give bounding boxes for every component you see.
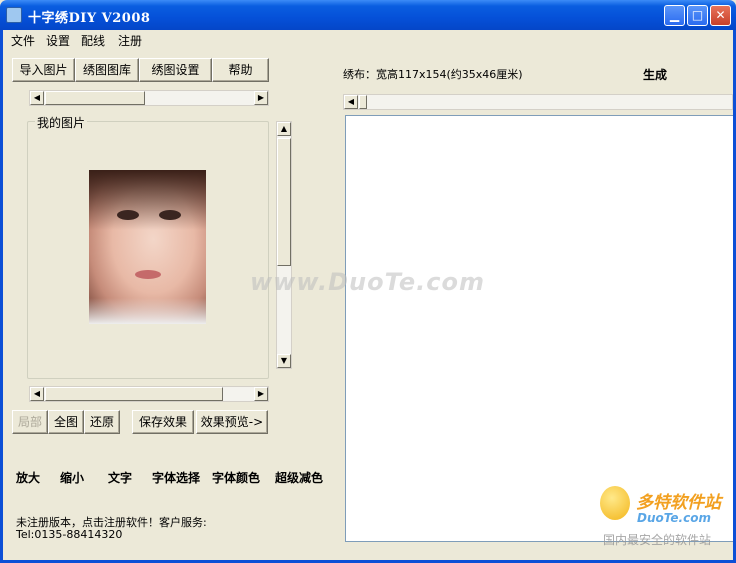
app-icon xyxy=(6,7,22,23)
canvas-size-label: 绣布：宽高117x154(约35x46厘米) xyxy=(343,68,523,81)
window-border-left xyxy=(0,30,3,563)
restore-button[interactable]: 还原 xyxy=(84,410,120,434)
font-color-tool[interactable]: 字体颜色 xyxy=(212,469,260,486)
center-watermark: www.DuoTe.com xyxy=(250,268,485,296)
menu-file[interactable]: 文件 xyxy=(10,32,36,49)
partial-view-button[interactable]: 局部 xyxy=(12,410,48,434)
super-reduce-color-tool[interactable]: 超级减色 xyxy=(275,469,323,486)
scroll-up-icon[interactable]: ▲ xyxy=(277,122,291,136)
menu-settings[interactable]: 设置 xyxy=(45,32,71,49)
duote-logo-icon xyxy=(600,486,630,520)
duote-logo-cn: 多特软件站 xyxy=(636,493,721,513)
scroll-down-icon[interactable]: ▼ xyxy=(277,354,291,368)
pattern-library-button[interactable]: 绣图图库 xyxy=(75,58,139,82)
scroll-right-icon[interactable]: ▶ xyxy=(254,387,268,401)
close-icon[interactable]: ✕ xyxy=(710,5,731,26)
window-title: 十字绣DIY V2008 xyxy=(28,11,151,26)
minimize-icon[interactable]: ▁ xyxy=(664,5,685,26)
menu-wiring[interactable]: 配线 xyxy=(80,32,106,49)
text-tool[interactable]: 文字 xyxy=(108,469,132,486)
bottom-scroll-thumb[interactable] xyxy=(45,387,223,401)
generate-button[interactable]: 生成 xyxy=(643,66,667,83)
menu-register[interactable]: 注册 xyxy=(117,32,143,49)
scroll-left-icon[interactable]: ◀ xyxy=(30,91,44,105)
vertical-scroll-thumb[interactable] xyxy=(277,138,291,266)
scroll-thumb[interactable] xyxy=(45,91,145,105)
canvas-horizontal-scrollbar[interactable] xyxy=(343,94,733,110)
portrait-image xyxy=(89,170,206,324)
contact-phone: Tel:0135-88414320 xyxy=(16,528,123,541)
duote-logo-en: DuoTe.com xyxy=(637,511,711,525)
save-effect-button[interactable]: 保存效果 xyxy=(132,410,194,434)
embroidery-canvas[interactable] xyxy=(345,115,733,542)
zoom-in-tool[interactable]: 放大 xyxy=(16,469,40,486)
help-button[interactable]: 帮助 xyxy=(212,58,269,82)
scroll-left-icon[interactable]: ◀ xyxy=(344,95,358,109)
maximize-icon[interactable]: □ xyxy=(687,5,708,26)
my-image-label: 我的图片 xyxy=(35,114,88,131)
duote-tagline: 国内最安全的软件站 xyxy=(603,533,712,547)
full-view-button[interactable]: 全图 xyxy=(48,410,84,434)
scroll-left-icon[interactable]: ◀ xyxy=(30,387,44,401)
import-image-button[interactable]: 导入图片 xyxy=(12,58,75,82)
effect-preview-button[interactable]: 效果预览-> xyxy=(196,410,268,434)
font-select-tool[interactable]: 字体选择 xyxy=(152,469,200,486)
scroll-right-icon[interactable]: ▶ xyxy=(254,91,268,105)
zoom-out-tool[interactable]: 缩小 xyxy=(60,469,84,486)
pattern-settings-button[interactable]: 绣图设置 xyxy=(139,58,212,82)
canvas-scroll-thumb[interactable] xyxy=(359,95,367,109)
